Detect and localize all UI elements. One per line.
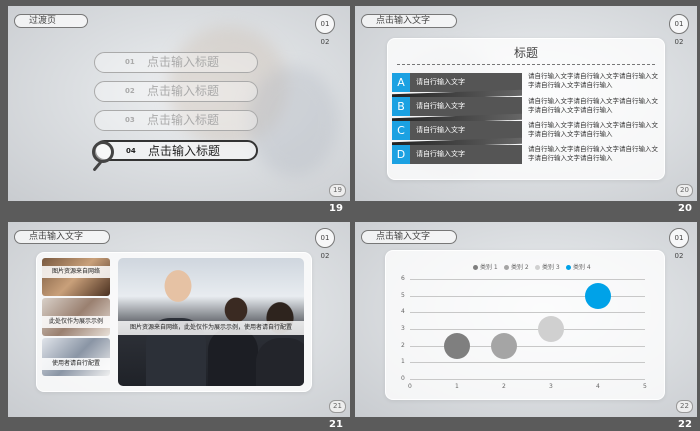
legend-marker [473, 265, 478, 270]
thumbnail-image: 图片资源来自网络 [42, 258, 110, 296]
section-badge: 01 02 [669, 14, 689, 46]
data-point[interactable] [585, 282, 611, 309]
toc-label: 点击输入标题 [147, 55, 220, 69]
row-label: 请自行输入文字 [410, 73, 522, 92]
x-tick-label: 4 [596, 383, 600, 390]
slide-21[interactable]: 点击输入文字 01 02 图片资源来自网络 此处仅作为展示示例 使用者请自行配置… [8, 222, 350, 417]
slide-number-19: 19 [329, 203, 343, 214]
toc-label: 点击输入标题 [148, 144, 221, 158]
legend-marker [504, 265, 509, 270]
toc-item-01[interactable]: 01 点击输入标题 [94, 52, 258, 73]
page-number-badge: 19 [329, 184, 346, 197]
row-letter: B [392, 97, 410, 116]
data-point[interactable] [538, 316, 564, 342]
slide-title-pill: 点击输入文字 [14, 230, 110, 244]
toc-item-04[interactable]: 04 点击输入标题 [94, 140, 258, 161]
toc-number: 03 [125, 116, 135, 124]
slide-number-21: 21 [329, 419, 343, 430]
row-description: 请自行输入文字请自行输入文字请自行输入文字请自行输入文字请自行输入 [528, 145, 658, 162]
legend-item[interactable]: 类别 4 [566, 262, 591, 271]
row-description: 请自行输入文字请自行输入文字请自行输入文字请自行输入文字请自行输入 [528, 97, 658, 114]
row-label: 请自行输入文字 [410, 121, 522, 140]
row-description: 请自行输入文字请自行输入文字请自行输入文字请自行输入文字请自行输入 [528, 72, 658, 89]
y-tick-label: 5 [401, 291, 405, 299]
thumbnail-caption: 使用者请自行配置 [42, 358, 110, 370]
list-row-a[interactable]: A 请自行输入文字 [392, 73, 522, 92]
legend-item[interactable]: 类别 1 [473, 262, 498, 271]
legend-label: 类别 4 [573, 264, 591, 271]
data-point[interactable] [491, 332, 517, 359]
legend-marker [566, 265, 571, 270]
toc-label: 点击输入标题 [147, 84, 220, 98]
list-row-c[interactable]: C 请自行输入文字 [392, 121, 522, 140]
toc-number: 02 [125, 87, 135, 95]
legend-item[interactable]: 类别 3 [535, 262, 560, 271]
page-number-badge: 21 [329, 400, 346, 413]
card-heading-rule [397, 64, 655, 65]
toc-number: 01 [125, 58, 135, 66]
y-tick-label: 6 [401, 275, 405, 282]
magnifier-handle [92, 160, 103, 172]
x-tick-label: 3 [549, 383, 553, 390]
slide-22[interactable]: 点击输入文字 01 02 0 1 2 3 4 5 6 0 1 2 3 4 5 类别 1 类别 2 类别 3 类别… [355, 222, 697, 417]
row-description: 请自行输入文字请自行输入文字请自行输入文字请自行输入文字请自行输入 [528, 121, 658, 138]
main-photo: 图片资源来自网络，此处仅作为展示示例，使用者请自行配置 [118, 258, 304, 386]
background-blur [248, 66, 338, 176]
page-number-badge: 20 [676, 184, 693, 197]
y-tick-label: 4 [401, 308, 405, 316]
gridline [410, 362, 645, 364]
section-badge: 01 02 [315, 14, 335, 46]
page-number-badge: 22 [676, 400, 693, 413]
section-badge: 01 02 [315, 228, 335, 260]
x-tick-label: 0 [408, 383, 412, 390]
gridline [410, 379, 645, 380]
row-letter: D [392, 145, 410, 164]
toc-label: 点击输入标题 [147, 113, 220, 127]
magnifier-icon [92, 141, 114, 163]
person-shape [208, 328, 258, 386]
row-letter: A [392, 73, 410, 92]
list-row-b[interactable]: B 请自行输入文字 [392, 97, 522, 116]
scatter-chart: 0 1 2 3 4 5 6 0 1 2 3 4 5 类别 1 类别 2 类别 3 类别 4 [355, 222, 697, 417]
legend-label: 类别 2 [511, 264, 529, 271]
card-heading: 标题 [513, 46, 538, 60]
slide-title-pill: 点击输入文字 [361, 14, 457, 28]
slide-number-20: 20 [678, 203, 692, 214]
legend-label: 类别 3 [542, 264, 560, 271]
thumbnail-image: 使用者请自行配置 [42, 338, 110, 376]
legend-marker [535, 265, 540, 270]
slide-19[interactable]: 过渡页 01 02 01 点击输入标题 02 点击输入标题 03 点击输入标题 … [8, 6, 350, 201]
gridline [410, 279, 645, 280]
legend-item[interactable]: 类别 2 [504, 262, 529, 271]
gridline [410, 312, 645, 314]
x-tick-label: 5 [643, 383, 647, 390]
row-letter: C [392, 121, 410, 140]
y-tick-label: 1 [401, 358, 405, 366]
row-label: 请自行输入文字 [410, 97, 522, 116]
y-tick-label: 0 [401, 375, 405, 382]
y-tick-label: 2 [401, 341, 405, 349]
toc-number: 04 [126, 147, 136, 155]
thumbnail-image: 此处仅作为展示示例 [42, 298, 110, 336]
gridline [410, 329, 645, 330]
y-tick-label: 3 [401, 325, 405, 332]
x-tick-label: 1 [455, 383, 459, 390]
thumbnail-caption: 此处仅作为展示示例 [42, 316, 110, 328]
list-row-d[interactable]: D 请自行输入文字 [392, 145, 522, 164]
toc-item-02[interactable]: 02 点击输入标题 [94, 81, 258, 102]
slide-title-pill: 过渡页 [14, 14, 88, 28]
photo-caption: 图片资源来自网络，此处仅作为展示示例，使用者请自行配置 [118, 321, 304, 335]
slide-number-22: 22 [678, 419, 692, 430]
legend-label: 类别 1 [480, 264, 498, 271]
row-label: 请自行输入文字 [410, 145, 522, 164]
toc-item-03[interactable]: 03 点击输入标题 [94, 110, 258, 131]
thumbnail-caption: 图片资源来自网络 [42, 266, 110, 278]
person-shape [256, 338, 304, 386]
x-tick-label: 2 [502, 383, 506, 390]
data-point[interactable] [444, 332, 470, 359]
